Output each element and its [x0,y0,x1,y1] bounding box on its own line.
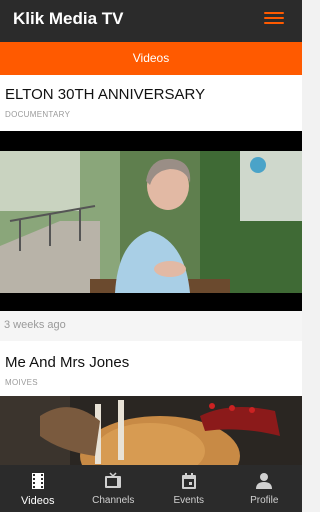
thumbnail-image [0,151,302,293]
app-screen: Klik Media TV Videos ELTON 30TH ANNIVERS… [0,0,302,512]
tab-label: Events [173,495,205,506]
video-category: MOIVES [5,378,38,387]
video-card-header[interactable]: ELTON 30TH ANNIVERSARY DOCUMENTARY [0,75,302,131]
video-thumbnail[interactable] [0,131,302,311]
video-card[interactable]: Me And Mrs Jones MOIVES [0,341,302,465]
video-thumbnail[interactable] [0,396,302,465]
video-feed[interactable]: ELTON 30TH ANNIVERSARY DOCUMENTARY 3 wee… [0,75,302,465]
person-icon [256,473,273,489]
tab-profile[interactable]: Profile [227,465,303,512]
tv-icon [105,472,122,488]
tab-videos[interactable]: Videos [0,465,76,512]
tab-events[interactable]: Events [151,465,227,512]
video-title[interactable]: ELTON 30TH ANNIVERSARY [5,86,297,103]
thumbnail-illustration [0,396,302,465]
video-card-header[interactable]: Me And Mrs Jones MOIVES [0,341,302,396]
hamburger-menu-icon[interactable] [264,12,284,28]
video-category: DOCUMENTARY [5,110,71,119]
app-title: Klik Media TV [13,9,124,28]
video-card[interactable]: ELTON 30TH ANNIVERSARY DOCUMENTARY 3 wee… [0,75,302,341]
video-timestamp: 3 weeks ago [0,311,302,341]
tab-channels[interactable]: Channels [76,465,152,512]
bottom-navigation: Videos Channels Events Profile [0,465,302,512]
video-title[interactable]: Me And Mrs Jones [5,354,297,371]
thumbnail-illustration [0,151,302,293]
calendar-icon [181,473,196,489]
section-title: Videos [0,42,302,75]
tab-label: Profile [250,495,279,506]
tab-label: Channels [92,495,135,506]
film-icon [31,473,44,489]
tab-label: Videos [21,495,55,507]
top-app-bar: Klik Media TV [0,0,302,42]
